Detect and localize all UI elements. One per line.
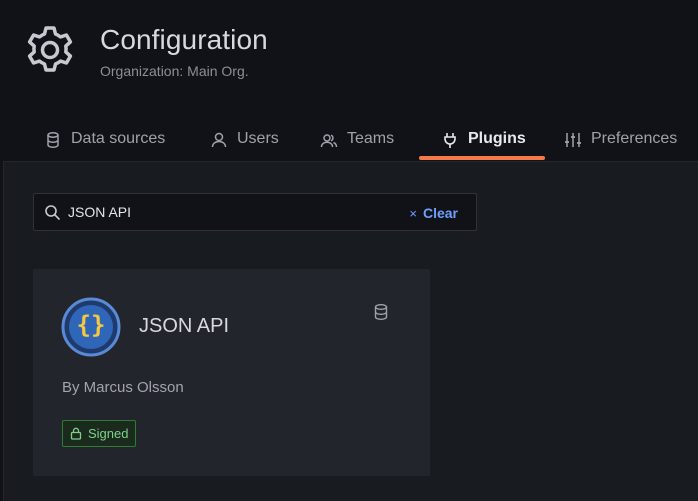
tab-label: Plugins	[468, 130, 526, 147]
clear-search-button[interactable]: × Clear	[409, 205, 458, 221]
tab-label: Teams	[347, 130, 395, 147]
plugin-card[interactable]: {} JSON API By Marcus Olsson Signed	[33, 269, 430, 476]
badge-label: Signed	[88, 426, 129, 441]
page-title: Configuration	[100, 24, 268, 55]
signed-badge: Signed	[62, 420, 137, 447]
plugin-logo: {}	[61, 297, 121, 357]
database-icon	[373, 303, 389, 321]
sliders-icon	[564, 131, 582, 149]
plugin-author: By Marcus Olsson	[62, 379, 184, 396]
plugin-search-box[interactable]: JSON API × Clear	[33, 193, 477, 231]
plug-icon	[441, 131, 459, 149]
search-input[interactable]: JSON API	[68, 204, 131, 220]
tab-users[interactable]: Users	[210, 118, 279, 161]
search-icon	[44, 204, 61, 221]
tab-bar: Data sources Users Teams Plugins Prefere…	[0, 118, 698, 161]
close-icon: ×	[409, 206, 417, 221]
active-tab-indicator	[419, 156, 545, 160]
clear-label: Clear	[422, 205, 458, 221]
logo-braces: {}	[76, 311, 106, 339]
gear-icon	[24, 24, 76, 76]
tab-preferences[interactable]: Preferences	[564, 118, 677, 161]
tab-plugins[interactable]: Plugins	[441, 118, 526, 161]
tab-teams[interactable]: Teams	[320, 118, 394, 161]
tab-data-sources[interactable]: Data sources	[44, 118, 165, 161]
user-icon	[210, 131, 228, 149]
tab-label: Users	[237, 130, 279, 147]
tab-label: Preferences	[591, 130, 678, 147]
database-icon	[44, 131, 62, 149]
tab-label: Data sources	[71, 130, 166, 147]
page-header: Configuration Organization: Main Org. Da…	[0, 0, 698, 161]
page-subtitle: Organization: Main Org.	[100, 63, 249, 79]
users-icon	[320, 131, 338, 149]
plugin-name: JSON API	[139, 315, 230, 337]
lock-icon	[70, 427, 82, 440]
